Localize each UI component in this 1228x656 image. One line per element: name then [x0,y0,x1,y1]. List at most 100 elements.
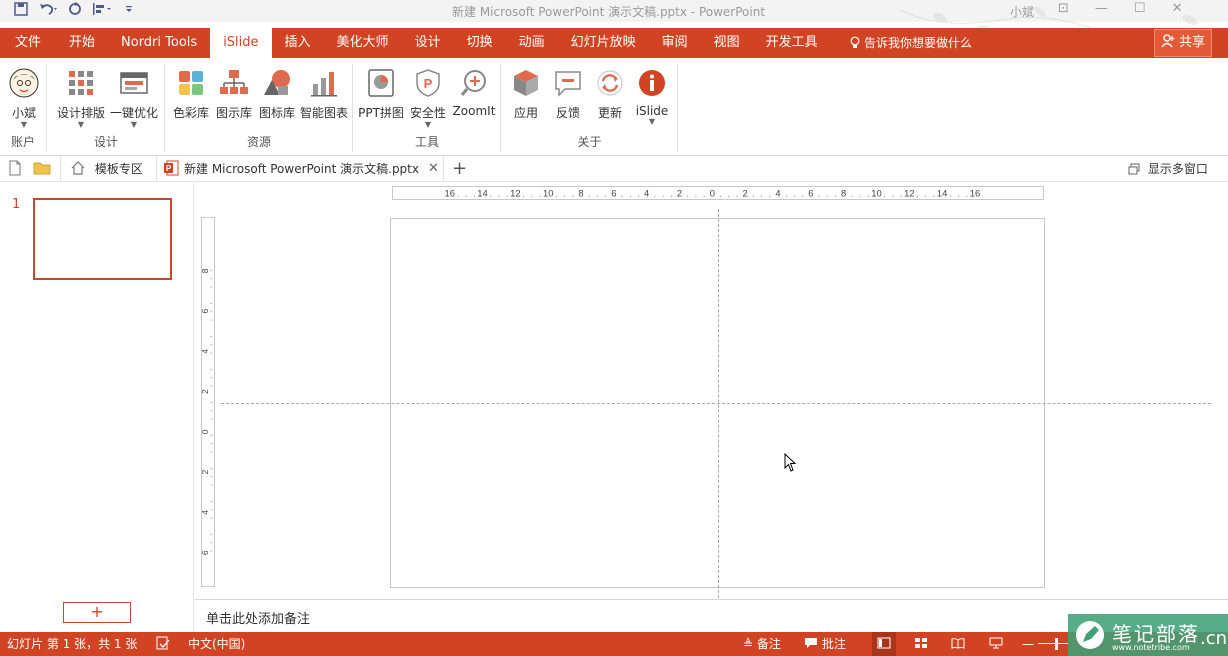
tab-home[interactable]: 开始 [56,28,108,58]
ppt-collage-label: PPT拼图 [358,106,404,120]
tab-developer[interactable]: 开发工具 [753,28,831,58]
update-label: 更新 [597,106,622,120]
feedback-label: 反馈 [555,106,580,120]
ruler-label: 2 [677,187,682,198]
maximize-icon[interactable]: ☐ [1134,1,1146,16]
close-tab-icon[interactable]: ✕ [428,156,439,182]
group-tools: PPT拼图 P 安全性 ▼ ZoomIt 工具 [354,64,501,152]
add-tab-icon[interactable]: + [452,156,467,182]
refresh-icon [595,68,625,98]
notes-icon: ≜ [743,637,754,651]
slide-sorter-view-icon[interactable] [914,632,928,656]
feedback-icon [553,68,583,98]
comment-icon [804,637,822,651]
spell-check-icon[interactable] [156,632,170,656]
security-button[interactable]: P 安全性 ▼ [405,68,451,129]
document-tab[interactable]: P 新建 Microsoft PowerPoint 演示文稿.pptx ✕ [156,156,444,182]
svg-text:P: P [424,76,433,91]
grid-layout-icon [66,68,96,98]
islide-info-label: iSlide [635,104,669,118]
ruler-label: 2 [201,470,210,475]
chevron-down-icon: ▼ [20,120,28,129]
collage-icon [366,68,396,98]
ruler-label: 10 [871,187,881,198]
ruler-label: 14 [937,187,947,198]
smart-chart-button[interactable]: 智能图表 [298,68,350,121]
slide-thumbnail[interactable] [33,198,172,280]
tell-me-search[interactable]: 告诉我你想要做什么 [850,28,972,61]
islide-info-button[interactable]: iSlide ▼ [629,68,675,126]
comments-toggle-label: 批注 [821,637,846,651]
ruler-label: 0 [710,187,715,198]
close-icon[interactable]: ✕ [1172,1,1183,16]
icon-library-button[interactable]: 图标库 [254,68,300,121]
language-status[interactable]: 中文(中国) [188,632,245,656]
group-account: 小斌 ▼ 账户 [0,64,47,152]
tab-file[interactable]: 文件 [0,28,56,58]
feedback-button[interactable]: 反馈 [545,68,591,121]
notes-toggle-label: 备注 [756,637,781,651]
ribbon-display-options-icon[interactable]: ⊡ [1058,1,1069,16]
account-user-label: 小斌 [11,106,36,120]
apps-label: 应用 [513,106,538,120]
color-library-label: 色彩库 [172,106,209,120]
account-button[interactable]: 小斌 ▼ [1,68,47,129]
ruler-label: 2 [743,187,748,198]
zoom-slider-thumb[interactable] [1055,638,1058,650]
diagram-library-button[interactable]: 图示库 [211,68,257,121]
mouse-cursor-icon [784,453,797,472]
tab-view[interactable]: 视图 [701,28,753,58]
slideshow-view-icon[interactable] [989,632,1003,656]
update-button[interactable]: 更新 [587,68,633,121]
ppt-collage-button[interactable]: PPT拼图 [358,68,404,121]
customize-qat-icon[interactable] [124,2,134,22]
tab-transitions[interactable]: 切换 [454,28,506,58]
chevron-down-icon: ▼ [77,120,85,129]
tab-islide[interactable]: iSlide [210,28,272,59]
tab-design[interactable]: 设计 [402,28,454,58]
bar-chart-icon [309,68,339,98]
tab-nordri-tools[interactable]: Nordri Tools [108,28,210,58]
signed-in-user[interactable]: 小斌 [1010,3,1034,20]
one-click-optimize-button[interactable]: 一键优化 ▼ [108,68,160,129]
chevron-down-icon: ▼ [130,120,138,129]
zoom-out-icon[interactable]: — [1022,632,1034,656]
undo-icon[interactable] [38,2,58,22]
minimize-icon[interactable]: — [1095,1,1108,16]
ruler-label: 8 [841,187,846,198]
add-slide-button[interactable]: + [63,602,131,623]
notes-toggle-button[interactable]: ≜ 备注 [743,632,781,656]
redo-icon[interactable] [68,2,82,22]
comments-toggle-button[interactable]: 批注 [804,632,846,656]
pen-logo-icon [1076,621,1104,649]
slide-number: 1 [12,197,21,212]
tab-slideshow[interactable]: 幻灯片放映 [558,28,649,58]
share-person-icon [1161,34,1179,50]
home-icon [71,161,89,176]
one-click-optimize-label: 一键优化 [109,106,158,120]
ribbon-tab-bar: 文件 开始 Nordri Tools iSlide 插入 美化大师 设计 切换 … [0,28,1228,61]
share-button[interactable]: 共享 [1154,29,1212,57]
reading-view-icon[interactable] [951,632,965,656]
templates-tab[interactable]: 模板专区 [60,156,152,182]
save-icon[interactable] [14,2,28,22]
svg-text:P: P [166,164,172,173]
tab-insert[interactable]: 插入 [272,28,324,58]
design-layout-button[interactable]: 设计排版 ▼ [56,68,106,129]
apps-button[interactable]: 应用 [503,68,549,121]
document-tab-strip: 模板专区 P 新建 Microsoft PowerPoint 演示文稿.pptx… [0,156,1228,182]
ruler-label: 2 [201,389,210,394]
tab-review[interactable]: 审阅 [649,28,701,58]
align-icon[interactable] [92,2,114,22]
tab-animations[interactable]: 动画 [506,28,558,58]
normal-view-icon[interactable] [872,632,896,656]
open-folder-icon[interactable] [33,156,51,182]
new-document-icon[interactable] [8,156,22,182]
color-library-button[interactable]: 色彩库 [168,68,214,121]
tab-beautify[interactable]: 美化大师 [324,28,402,58]
show-multi-window-button[interactable]: 显示多窗口 [1128,156,1208,182]
ribbon-panel: 小斌 ▼ 账户 设计排版 ▼ 一键优化 ▼ 设计 色彩库 图示库 图标库 智能图… [0,58,1228,156]
zoomit-button[interactable]: ZoomIt [450,68,498,118]
horizontal-guide[interactable] [221,403,1211,404]
zoom-slider-track[interactable] [1038,643,1068,644]
